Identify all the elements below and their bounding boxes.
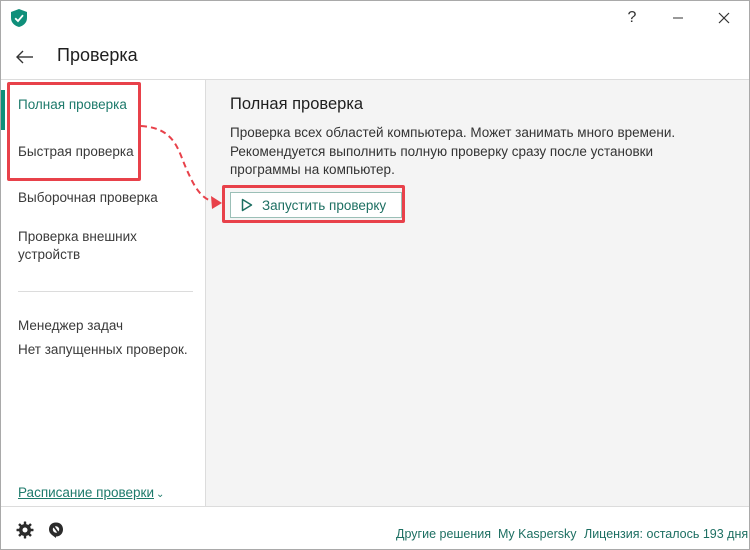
active-indicator (1, 90, 5, 130)
scan-schedule-link[interactable]: Расписание проверки ⌄ (18, 485, 164, 500)
scan-description: Проверка всех областей компьютера. Может… (230, 125, 676, 177)
my-kaspersky-link[interactable]: My Kaspersky (498, 527, 577, 541)
sidebar: Полная проверка Быстрая проверка Выбороч… (1, 80, 206, 506)
app-window: ? Проверка Полная проверка Быстрая прове… (0, 0, 750, 550)
back-button[interactable] (11, 43, 39, 71)
scan-title: Полная проверка (230, 95, 364, 113)
arrow-left-icon (16, 50, 33, 64)
support-icon[interactable] (47, 521, 65, 539)
sidebar-item-custom-scan[interactable]: Выборочная проверка (18, 189, 158, 207)
sidebar-item-external-devices-scan[interactable]: Проверка внешних устройств (18, 228, 158, 264)
other-solutions-link[interactable]: Другие решения (396, 527, 491, 541)
run-scan-label: Запустить проверку (262, 197, 387, 213)
minimize-button[interactable] (655, 1, 701, 35)
task-manager-label[interactable]: Менеджер задач (18, 318, 123, 333)
run-scan-button[interactable]: Запустить проверку (230, 192, 402, 218)
sidebar-item-full-scan[interactable]: Полная проверка (18, 96, 127, 114)
settings-gear-icon[interactable] (16, 521, 34, 539)
play-icon (241, 198, 253, 212)
license-link[interactable]: Лицензия: осталось 193 дня (584, 527, 748, 541)
footer: Другие решения My Kaspersky Лицензия: ос… (1, 506, 749, 550)
close-button[interactable] (701, 1, 747, 35)
minimize-icon (673, 17, 683, 19)
task-manager-status: Нет запущенных проверок. (18, 342, 188, 357)
scan-schedule-label: Расписание проверки (18, 485, 154, 500)
title-bar: ? (1, 1, 749, 35)
page-header: Проверка (1, 35, 749, 80)
sidebar-divider (18, 291, 193, 292)
page-title: Проверка (57, 45, 138, 65)
help-button[interactable]: ? (609, 1, 655, 35)
close-icon (718, 12, 730, 24)
kaspersky-shield-icon (11, 9, 27, 27)
chevron-down-icon: ⌄ (156, 489, 165, 500)
sidebar-item-quick-scan[interactable]: Быстрая проверка (18, 143, 134, 161)
